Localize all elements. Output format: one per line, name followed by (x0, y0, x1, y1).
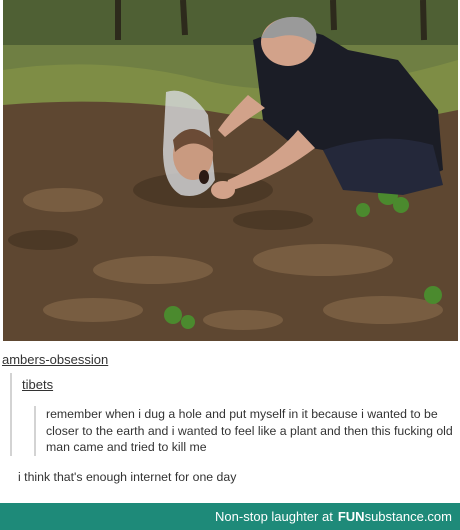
footer-tagline: Non-stop laughter at (215, 509, 333, 524)
reply-blog-link[interactable]: tibets (22, 377, 456, 392)
reply-text: remember when i dug a hole and put mysel… (34, 406, 456, 456)
footer-brand-bold: FUN (337, 509, 365, 524)
blog-name-link[interactable]: ambers-obsession (2, 352, 108, 367)
reblog-quote: tibets remember when i dug a hole and pu… (10, 373, 456, 456)
post-photo (3, 0, 458, 341)
footer-brand-rest: substance.com (364, 509, 452, 524)
site-footer-banner[interactable]: Non-stop laughter at FUN substance.com (0, 503, 460, 530)
followup-comment: i think that's enough internet for one d… (18, 470, 237, 484)
